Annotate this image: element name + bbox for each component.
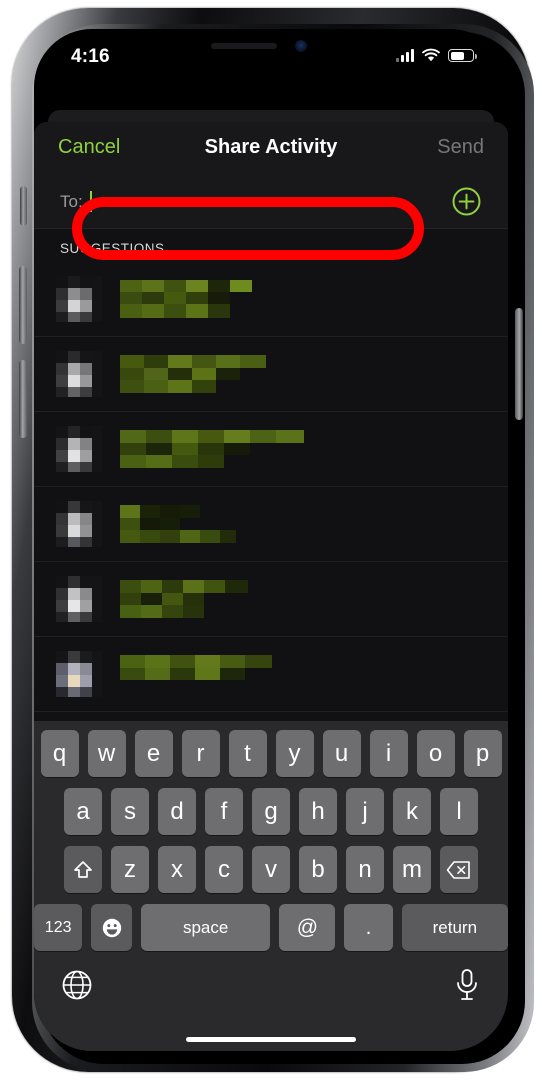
power-button[interactable] [515, 308, 523, 420]
avatar [56, 651, 102, 697]
recipient-row: To: [34, 174, 508, 229]
shift-key[interactable] [64, 846, 102, 893]
key-z[interactable]: z [111, 846, 149, 893]
key-l[interactable]: l [440, 788, 478, 835]
keyboard-row-3: z x c v b n m [34, 846, 508, 893]
key-j[interactable]: j [346, 788, 384, 835]
keyboard-row-2: a s d f g h j k l [34, 788, 508, 835]
earpiece-speaker [211, 43, 277, 49]
wifi-icon [422, 48, 440, 62]
backspace-key[interactable] [440, 846, 478, 893]
key-c[interactable]: c [205, 846, 243, 893]
space-key[interactable]: space [140, 904, 271, 951]
volume-down-button[interactable] [19, 360, 27, 438]
suggestions-list [34, 262, 508, 712]
keyboard-bottom-row [34, 962, 508, 1024]
recipient-input[interactable]: To: [60, 174, 390, 229]
key-e[interactable]: e [134, 730, 173, 777]
period-key[interactable]: . [344, 904, 393, 951]
key-d[interactable]: d [158, 788, 196, 835]
key-b[interactable]: b [299, 846, 337, 893]
key-s[interactable]: s [111, 788, 149, 835]
share-activity-sheet: Cancel Share Activity Send To: SUGGESTIO… [34, 122, 508, 1051]
list-item[interactable] [34, 262, 508, 337]
contact-name-redacted [120, 280, 252, 318]
key-h[interactable]: h [299, 788, 337, 835]
keyboard-row-1: q w e r t y u i o p [34, 730, 508, 777]
key-i[interactable]: i [369, 730, 408, 777]
key-m[interactable]: m [393, 846, 431, 893]
key-g[interactable]: g [252, 788, 290, 835]
avatar [56, 351, 102, 397]
contact-name-redacted [120, 430, 304, 468]
mute-switch-button[interactable] [20, 186, 27, 226]
contact-name-redacted [120, 655, 272, 693]
key-v[interactable]: v [252, 846, 290, 893]
list-item[interactable] [34, 637, 508, 712]
status-bar-time: 4:16 [71, 46, 110, 67]
key-r[interactable]: r [181, 730, 220, 777]
key-a[interactable]: a [64, 788, 102, 835]
key-f[interactable]: f [205, 788, 243, 835]
contact-name-redacted [120, 505, 236, 543]
list-item[interactable] [34, 487, 508, 562]
display-notch [171, 29, 371, 59]
suggestions-header: SUGGESTIONS [34, 229, 508, 262]
key-o[interactable]: o [416, 730, 455, 777]
sheet-navbar: Cancel Share Activity Send [34, 122, 508, 174]
screenshot-stage: 4:16 Cancel Share Activity Send To: SUGG… [0, 0, 542, 1080]
globe-icon[interactable] [60, 968, 94, 1002]
key-u[interactable]: u [322, 730, 361, 777]
home-indicator [186, 1037, 356, 1042]
key-t[interactable]: t [228, 730, 267, 777]
text-caret [89, 191, 92, 212]
key-q[interactable]: q [40, 730, 79, 777]
key-n[interactable]: n [346, 846, 384, 893]
emoji-icon[interactable] [91, 904, 132, 951]
return-key[interactable]: return [401, 904, 508, 951]
microphone-icon[interactable] [452, 967, 482, 1003]
status-bar-indicators [396, 48, 477, 63]
avatar [56, 426, 102, 472]
key-y[interactable]: y [275, 730, 314, 777]
recipient-label: To: [60, 191, 83, 211]
key-x[interactable]: x [158, 846, 196, 893]
keyboard-row-4: 123 space @ . return [34, 904, 508, 951]
front-camera-icon [295, 40, 307, 52]
contact-name-redacted [120, 355, 266, 393]
cellular-signal-icon [396, 49, 414, 62]
list-item[interactable] [34, 412, 508, 487]
list-item[interactable] [34, 562, 508, 637]
volume-up-button[interactable] [19, 266, 27, 344]
list-item[interactable] [34, 337, 508, 412]
phone-screen: 4:16 Cancel Share Activity Send To: SUGG… [34, 29, 508, 1051]
key-k[interactable]: k [393, 788, 431, 835]
contact-name-redacted [120, 580, 248, 618]
plus-circle-icon[interactable] [451, 186, 482, 217]
software-keyboard: q w e r t y u i o p a s d f g h j k l z … [34, 721, 508, 1051]
avatar [56, 276, 102, 322]
battery-icon [448, 49, 477, 62]
key-w[interactable]: w [87, 730, 126, 777]
at-key[interactable]: @ [279, 904, 336, 951]
numbers-key[interactable]: 123 [34, 904, 83, 951]
key-p[interactable]: p [463, 730, 502, 777]
avatar [56, 501, 102, 547]
send-button[interactable]: Send [437, 136, 484, 159]
avatar [56, 576, 102, 622]
